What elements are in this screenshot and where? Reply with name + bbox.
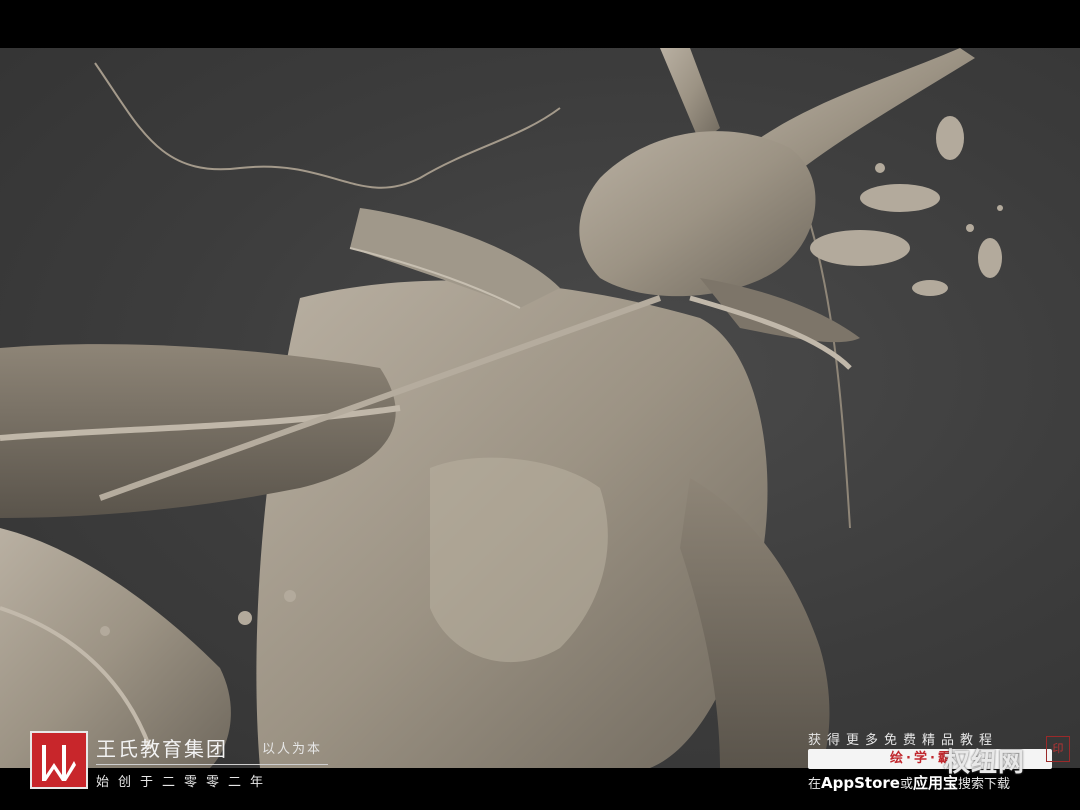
promo-search-line: 在AppStore或应用宝搜索下载 [808,772,1010,793]
seal-stamp-icon: 印 [1046,736,1070,762]
brand-name: 王氏教育集团 [96,737,228,761]
promo-store-name: AppStore [821,774,900,792]
promo-alt-store: 应用宝 [912,774,958,792]
sculpt-viewport [0,48,1080,768]
brand-founded-text: 始创于二零零二年 [96,775,273,790]
brand-slogan: 以人为本 [262,742,323,757]
brand-divider [96,764,328,765]
dragon-sculpt-image [0,48,1003,768]
promo-search-suffix: 搜索下载 [957,777,1010,792]
brand-logo [30,731,88,789]
promo-search-or: 或 [899,777,913,792]
brand-logo-mark [42,745,76,781]
promo-search-prefix: 在 [808,777,822,792]
